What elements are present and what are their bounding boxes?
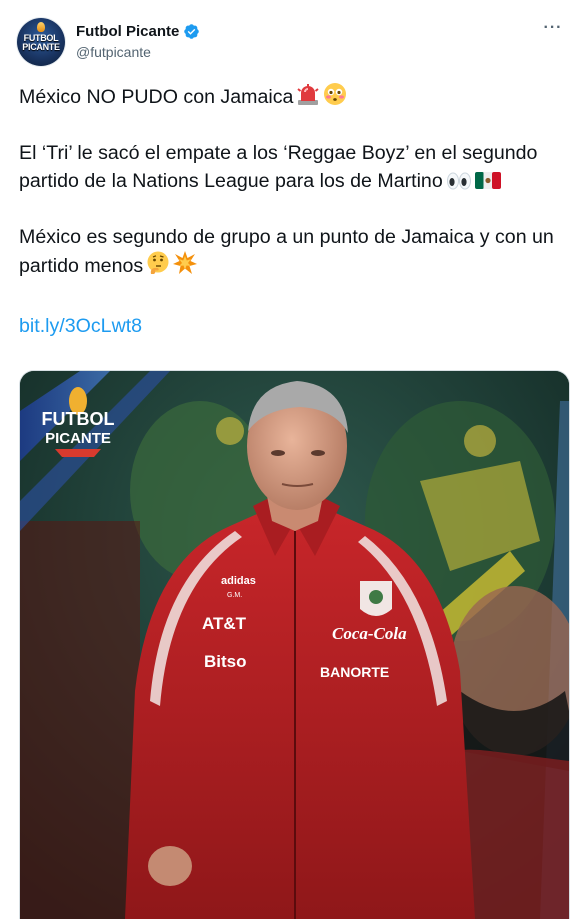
bitso-logo: Bitso — [204, 652, 247, 671]
tweet-para2-row: El ‘Tri’ le sacó el empate a los ‘Reggae… — [19, 139, 564, 198]
tweet-para3-row: México es segundo de grupo a un punto de… — [19, 223, 564, 283]
banorte-logo: BANORTE — [320, 664, 389, 680]
siren-emoji-icon — [296, 84, 320, 114]
coca-cola-logo: Coca-Cola — [332, 624, 407, 643]
author-names: Futbol Picante @futpicante — [76, 22, 200, 61]
tweet-line1-row: México NO PUDO con Jamaica — [19, 82, 564, 114]
flame-icon — [37, 22, 45, 32]
watermark-line2: PICANTE — [45, 430, 111, 447]
more-options-icon[interactable]: ··· — [542, 20, 564, 36]
tweet-link[interactable]: bit.ly/3OcLwt8 — [19, 312, 564, 340]
att-logo: AT&T — [202, 614, 247, 633]
mexico-flag-icon — [474, 170, 501, 198]
photo-illustration: adidas G.M. AT&T Bitso Coca-Cola BANORTE… — [20, 371, 569, 919]
tweet-line1: México NO PUDO con Jamaica — [19, 86, 294, 108]
avatar-logo-text: FUTBOL PICANTE — [17, 34, 65, 52]
collision-icon — [173, 251, 198, 283]
flushed-face-icon — [323, 82, 347, 114]
tweet-image[interactable]: adidas G.M. AT&T Bitso Coca-Cola BANORTE… — [19, 370, 570, 919]
adidas-logo: adidas — [221, 575, 256, 587]
verified-badge-icon — [184, 24, 200, 39]
avatar[interactable]: FUTBOL PICANTE — [17, 18, 65, 66]
jacket-initials: G.M. — [227, 592, 242, 599]
tweet-para3: México es segundo de grupo a un punto de… — [19, 226, 554, 277]
avatar-text-line2: PICANTE — [22, 42, 60, 52]
display-name-row[interactable]: Futbol Picante — [76, 22, 200, 41]
tweet-header: FUTBOL PICANTE Futbol Picante @futpicant… — [17, 18, 566, 68]
display-name[interactable]: Futbol Picante — [76, 22, 179, 41]
handle[interactable]: @futpicante — [76, 43, 200, 61]
tweet-text: México NO PUDO con Jamaica El ‘Tri’ le s… — [19, 82, 564, 340]
eyes-icon — [446, 170, 472, 198]
watermark-line1: FUTBOL — [42, 409, 115, 429]
thinking-face-icon — [146, 251, 170, 283]
